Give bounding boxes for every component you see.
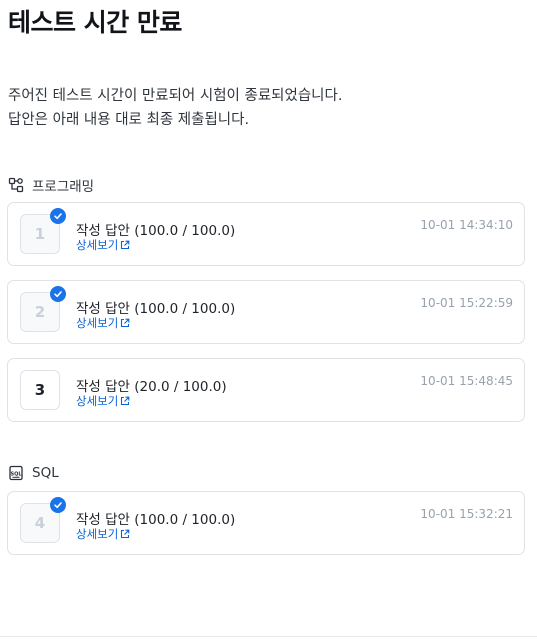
external-link-icon xyxy=(120,240,130,250)
section-header-sql: SQL SQL xyxy=(8,465,59,481)
section-label-programming: 프로그래밍 xyxy=(32,179,95,195)
check-icon xyxy=(50,286,66,302)
footer-divider xyxy=(0,636,537,637)
question-number: 1 xyxy=(34,225,46,243)
sql-icon: SQL xyxy=(8,465,24,481)
view-details-label: 상세보기 xyxy=(76,316,119,330)
view-details-label: 상세보기 xyxy=(76,394,119,408)
view-details-label: 상세보기 xyxy=(76,238,119,252)
external-link-icon xyxy=(120,529,130,539)
answer-score: 작성 답안 (20.0 / 100.0) xyxy=(76,379,227,395)
question-number: 4 xyxy=(34,514,46,532)
submission-timestamp: 10-01 15:22:59 xyxy=(420,296,513,310)
submission-timestamp: 10-01 15:32:21 xyxy=(420,507,513,521)
question-number-box: 3 xyxy=(20,370,60,410)
external-link-icon xyxy=(120,318,130,328)
question-number: 2 xyxy=(34,303,46,321)
question-number-box: 1 xyxy=(20,208,66,254)
answer-card-1: 1 작성 답안 (100.0 / 100.0) 상세보기 10-01 14:34… xyxy=(7,202,525,266)
answer-card-2: 2 작성 답안 (100.0 / 100.0) 상세보기 10-01 15:22… xyxy=(7,280,525,344)
submission-timestamp: 10-01 15:48:45 xyxy=(420,374,513,388)
answer-score: 작성 답안 (100.0 / 100.0) xyxy=(76,301,236,317)
view-details-link[interactable]: 상세보기 xyxy=(76,237,130,253)
page-title: 테스트 시간 만료 xyxy=(8,8,182,37)
view-details-link[interactable]: 상세보기 xyxy=(76,315,130,331)
check-icon xyxy=(50,208,66,224)
view-details-label: 상세보기 xyxy=(76,527,119,541)
view-details-link[interactable]: 상세보기 xyxy=(76,526,130,542)
svg-text:SQL: SQL xyxy=(10,471,22,477)
question-number-box: 4 xyxy=(20,497,66,543)
expiry-message-line-1: 주어진 테스트 시간이 만료되어 시험이 종료되었습니다. xyxy=(8,88,343,104)
section-header-programming: 프로그래밍 xyxy=(8,175,94,195)
submission-timestamp: 10-01 14:34:10 xyxy=(420,218,513,232)
answer-card-4: 4 작성 답안 (100.0 / 100.0) 상세보기 10-01 15:32… xyxy=(7,491,525,555)
view-details-link[interactable]: 상세보기 xyxy=(76,393,130,409)
question-number-box: 2 xyxy=(20,286,66,332)
answer-card-3: 3 작성 답안 (20.0 / 100.0) 상세보기 10-01 15:48:… xyxy=(7,358,525,422)
expiry-message: 주어진 테스트 시간이 만료되어 시험이 종료되었습니다. 답안은 아래 내용 … xyxy=(8,84,528,132)
external-link-icon xyxy=(120,396,130,406)
question-number: 3 xyxy=(34,381,46,399)
answer-score: 작성 답안 (100.0 / 100.0) xyxy=(76,512,236,528)
expiry-message-line-2: 답안은 아래 내용 대로 최종 제출됩니다. xyxy=(8,112,250,128)
check-icon xyxy=(50,497,66,513)
section-label-sql: SQL xyxy=(32,465,59,481)
answer-score: 작성 답안 (100.0 / 100.0) xyxy=(76,223,236,239)
programming-icon xyxy=(8,177,24,193)
